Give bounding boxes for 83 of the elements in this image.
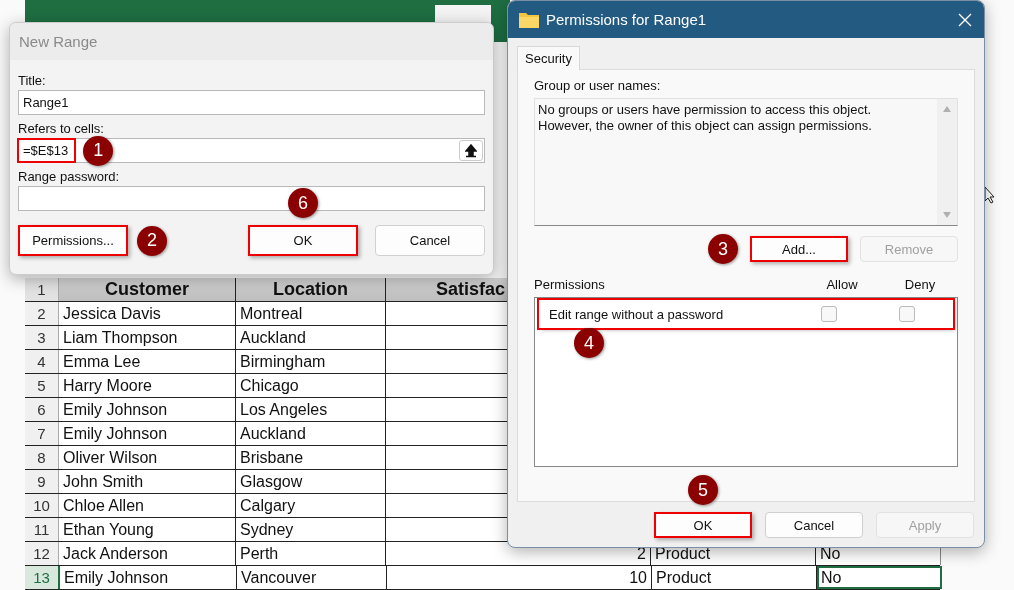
table-cell: Emily Johnson <box>60 566 237 589</box>
table-cell: Calgary <box>236 494 386 517</box>
table-cell: Emily Johnson <box>59 398 236 421</box>
permission-name: Edit range without a password <box>549 306 725 322</box>
row-number: 5 <box>25 374 59 397</box>
upload-arrow-icon <box>465 143 477 158</box>
table-cell: Jessica Davis <box>59 302 236 325</box>
table-cell: Los Angeles <box>236 398 386 421</box>
column-header: Deny <box>903 278 937 292</box>
row-number: 11 <box>25 518 59 541</box>
row-number: 4 <box>25 350 59 373</box>
table-cell: Emily Johnson <box>59 422 236 445</box>
step-badge: 3 <box>708 234 738 264</box>
group-list[interactable]: No groups or users have permission to access this object. However, the owner of this object can assign permissions. <box>534 98 958 226</box>
collapse-button[interactable] <box>459 140 483 161</box>
table-cell: Auckland <box>236 422 386 445</box>
step-badge: 4 <box>574 328 604 358</box>
field-label: Range password: <box>18 168 121 186</box>
input-field[interactable]: =$E$13 1 <box>18 138 485 163</box>
input-field[interactable] <box>18 186 485 211</box>
row-number: 12 <box>25 542 59 565</box>
table-cell: Auckland <box>236 326 386 349</box>
field-value: Range1 <box>22 94 70 112</box>
table-cell: Harry Moore <box>59 374 236 397</box>
close-icon[interactable] <box>958 12 972 27</box>
table-cell: No <box>817 566 942 589</box>
list-message: No groups or users have permission to access this object. <box>538 102 873 118</box>
column-header: Permissions <box>534 278 606 292</box>
list-label: Group or user names: <box>534 78 662 94</box>
table-cell: Oliver Wilson <box>59 446 236 469</box>
row-number: 8 <box>25 446 59 469</box>
dialog-button[interactable]: Cancel <box>765 512 863 538</box>
table-cell: Birmingham <box>236 350 386 373</box>
table-cell: Glasgow <box>236 470 386 493</box>
row-number: 3 <box>25 326 59 349</box>
field-label: Title: <box>18 72 47 90</box>
step-badge: 6 <box>288 188 318 218</box>
step-badge: 2 <box>137 225 167 256</box>
table-cell: Liam Thompson <box>59 326 236 349</box>
tab[interactable]: Security <box>517 46 580 70</box>
row-number: 1 <box>25 278 59 301</box>
table-cell: 10 <box>387 566 652 589</box>
step-badge: 1 <box>83 135 114 166</box>
dialog-title: Permissions for Range1 <box>546 11 708 28</box>
row-number: 2 <box>25 302 59 325</box>
table-cell: Brisbane <box>236 446 386 469</box>
dialog-title: New Range <box>10 23 493 60</box>
table-cell: Chicago <box>236 374 386 397</box>
table-cell: Vancouver <box>237 566 387 589</box>
dialog-button[interactable]: OK <box>248 225 358 256</box>
row-number: 9 <box>25 470 59 493</box>
dialog-button[interactable]: Permissions... <box>18 225 128 256</box>
list-message: However, the owner of this object can assign permissions. <box>538 118 873 134</box>
field-value: =$E$13 <box>19 140 75 161</box>
dialog-button[interactable]: Cancel <box>375 225 485 256</box>
table-cell: John Smith <box>59 470 236 493</box>
row-number: 10 <box>25 494 59 517</box>
table-cell: Montreal <box>236 302 386 325</box>
table-cell: Product <box>652 566 817 589</box>
column-header: Location <box>236 278 386 301</box>
dialog-button[interactable]: OK <box>654 512 752 538</box>
scrollbar[interactable] <box>937 99 957 225</box>
table-cell: Ethan Young <box>59 518 236 541</box>
table-cell: Chloe Allen <box>59 494 236 517</box>
table-cell: Jack Anderson <box>59 542 236 565</box>
table-cell: Perth <box>236 542 386 565</box>
checkbox[interactable] <box>821 306 837 322</box>
row-number: 6 <box>25 398 59 421</box>
dialog-button[interactable]: Add... <box>750 236 848 262</box>
field-label: Refers to cells: <box>18 120 105 138</box>
row-number: 13 <box>25 566 60 589</box>
table-cell: Sydney <box>236 518 386 541</box>
column-header: Allow <box>825 278 859 292</box>
checkbox[interactable] <box>899 306 915 322</box>
column-header: Customer <box>59 278 236 301</box>
table-cell: Emma Lee <box>59 350 236 373</box>
row-number: 7 <box>25 422 59 445</box>
input-field[interactable]: Range1 <box>18 90 485 115</box>
folder-icon <box>519 11 539 28</box>
permission-row[interactable]: Edit range without a password <box>539 300 953 328</box>
cursor-icon <box>984 186 996 204</box>
scroll-up-icon[interactable] <box>942 105 952 113</box>
scroll-down-icon[interactable] <box>942 211 952 219</box>
